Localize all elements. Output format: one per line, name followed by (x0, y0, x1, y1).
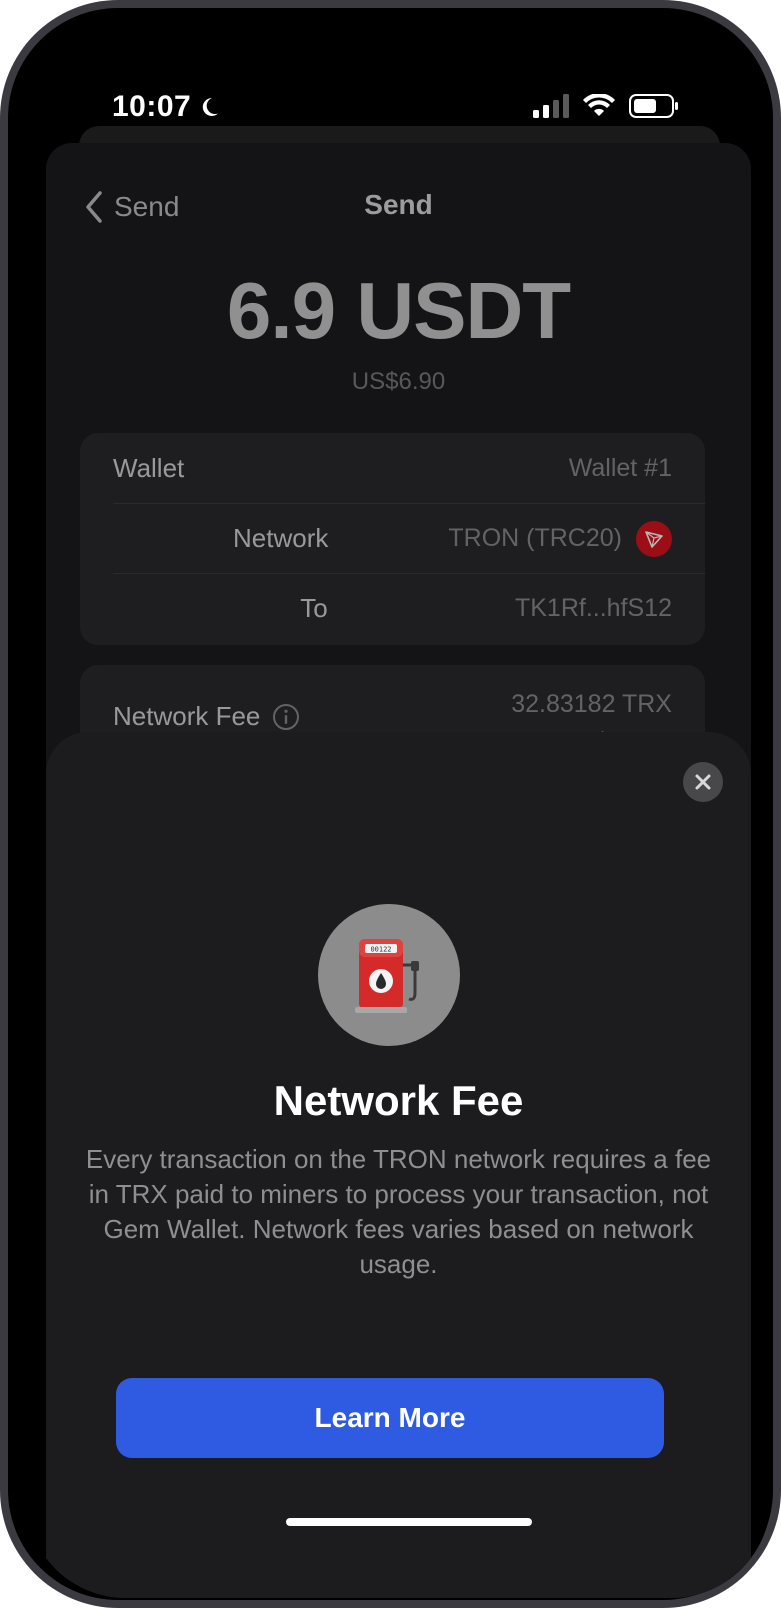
pump-counter: 00122 (370, 946, 391, 954)
fee-value-crypto: 32.83182 TRX (511, 690, 672, 718)
fuel-pump-illustration: 00122 (318, 904, 460, 1046)
detail-row-network: Network TRON (TRC20) (113, 503, 705, 573)
fee-label: Network Fee (113, 701, 300, 732)
detail-row-wallet: Wallet Wallet #1 (113, 433, 705, 503)
amount-crypto: 6.9 USDT (226, 266, 571, 355)
page-title: Send (364, 189, 433, 220)
learn-more-button[interactable]: Learn More (116, 1378, 664, 1458)
detail-value: TRON (TRC20) (448, 520, 672, 557)
detail-row-to: To TK1Rf...hfS12 (113, 573, 705, 643)
fuel-pump-icon: 00122 (355, 939, 419, 1013)
status-time-text: 10:07 (112, 90, 192, 123)
close-icon (695, 774, 711, 790)
detail-value: Wallet #1 (569, 454, 672, 483)
status-icons (533, 94, 679, 118)
network-fee-modal: 00122 Network Fee Every transaction on t… (46, 732, 751, 1598)
moon-icon (203, 97, 219, 116)
wallet-value: Wallet #1 (568, 453, 672, 482)
wifi-icon (583, 94, 615, 116)
phone-bezel: 10:07 Send Send 6.9 USDT US$6.90 Wallet … (8, 8, 773, 1600)
close-button[interactable] (683, 762, 723, 802)
fee-label-text: Network Fee (113, 701, 261, 731)
cellular-signal-icon (533, 94, 569, 118)
detail-label: Network (233, 523, 329, 553)
details-card: Wallet Wallet #1 Network TRON (TRC20) To… (80, 433, 705, 645)
to-address-value: TK1Rf...hfS12 (514, 594, 672, 622)
amount-fiat: US$6.90 (351, 368, 446, 395)
detail-value: TK1Rf...hfS12 (515, 594, 672, 623)
network-value: TRON (TRC20) (448, 524, 622, 552)
detail-label: To (300, 593, 328, 623)
status-time: 10:07 (112, 90, 221, 124)
modal-description: Every transaction on the TRON network re… (85, 1144, 712, 1279)
tron-logo-icon (636, 520, 672, 557)
modal-title: Network Fee (273, 1077, 524, 1124)
detail-label: Wallet (113, 452, 185, 483)
phone-frame: 10:07 Send Send 6.9 USDT US$6.90 Wallet … (0, 0, 781, 1608)
screen: 10:07 Send Send 6.9 USDT US$6.90 Wallet … (26, 26, 771, 1598)
home-indicator (286, 1518, 532, 1526)
info-icon[interactable] (272, 703, 300, 731)
battery-icon (629, 94, 678, 118)
